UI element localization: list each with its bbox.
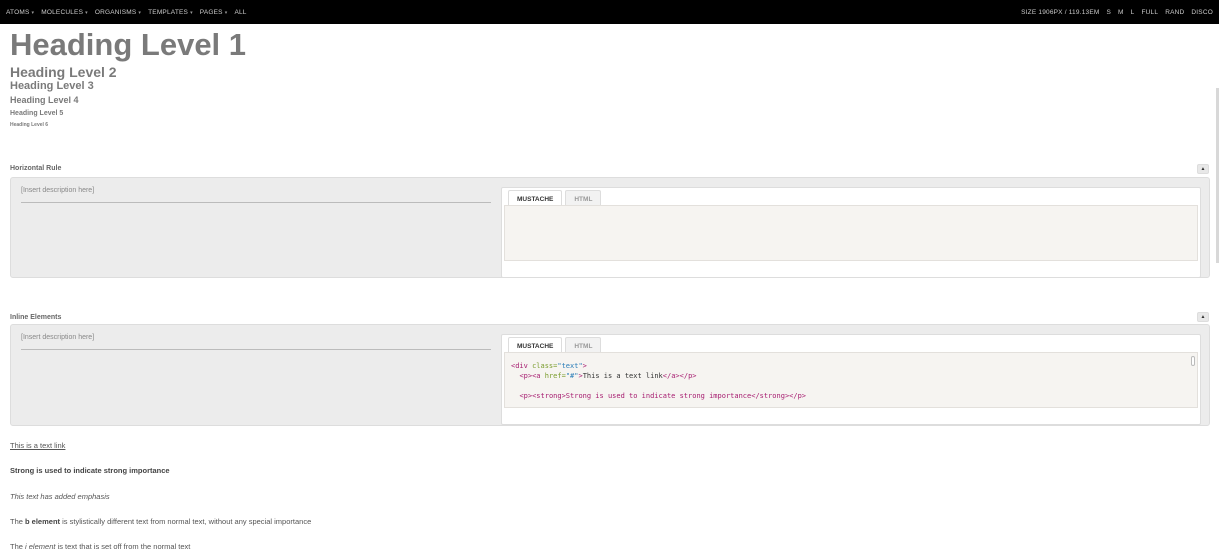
chevron-down-icon: ▾ — [85, 9, 88, 16]
section-title-horizontal-rule: Horizontal Rule — [10, 165, 62, 172]
nav-menu: ATOMS ▾ MOLECULES ▾ ORGANISMS ▾ TEMPLATES ▾ … — [6, 9, 247, 16]
sample-strong: Strong is used to indicate strong import… — [10, 466, 170, 475]
chevron-down-icon: ▾ — [224, 9, 228, 16]
code-line: <p><a href="#">This is a text link</a></… — [519, 372, 697, 380]
pattern-info-panel: [Insert description here] MUSTACHE HTML … — [10, 324, 1210, 426]
sample-text-link: This is a text link — [10, 441, 65, 450]
pattern-info-panel: [Insert description here] MUSTACHE HTML — [10, 177, 1210, 278]
code-block[interactable] — [504, 205, 1198, 261]
code-line: <div class="text"> — [511, 362, 587, 370]
code-viewer: MUSTACHE HTML — [501, 187, 1201, 278]
sample-emphasis: This text has added emphasis — [10, 492, 110, 501]
nav-item-pages[interactable]: PAGES ▾ — [200, 9, 228, 16]
nav-item-templates[interactable]: TEMPLATES ▾ — [148, 9, 193, 16]
heading-level-4: Heading Level 4 — [10, 95, 79, 105]
code-block[interactable]: <div class="text"> <p><a href="#">This i… — [504, 352, 1198, 408]
heading-level-6: Heading Level 6 — [10, 122, 49, 128]
sample-b-element: The b element is stylistically different… — [10, 517, 312, 526]
section-title-inline-elements: Inline Elements — [10, 314, 62, 321]
size-readout: SIZE 1906PX / 119.13EM — [1021, 8, 1100, 16]
nav-item-all[interactable]: ALL — [234, 9, 246, 16]
collapse-toggle-icon[interactable]: ▲ — [1197, 312, 1209, 322]
nav-item-organisms[interactable]: ORGANISMS ▾ — [95, 9, 141, 16]
chevron-down-icon: ▾ — [31, 9, 35, 16]
code-viewer: MUSTACHE HTML <div class="text"> <p><a h… — [501, 334, 1201, 425]
pattern-description: [Insert description here] — [21, 187, 491, 203]
code-line: <p><strong>Strong is used to indicate st… — [519, 392, 807, 400]
heading-level-3: Heading Level 3 — [10, 80, 94, 92]
size-random-button[interactable]: RAND — [1165, 9, 1184, 16]
chevron-down-icon: ▾ — [190, 9, 193, 16]
viewport-controls: SIZE 1906PX / 119.13EM S M L FULL RAND D… — [1021, 9, 1213, 16]
nav-item-molecules[interactable]: MOLECULES ▾ — [41, 9, 88, 16]
size-disco-button[interactable]: DISCO — [1191, 9, 1213, 16]
text-link[interactable]: This is a text link — [10, 441, 65, 450]
top-nav: ATOMS ▾ MOLECULES ▾ ORGANISMS ▾ TEMPLATES ▾ … — [0, 0, 1219, 24]
sample-i-element: The i element is text that is set off fr… — [10, 542, 191, 551]
scrollbar[interactable] — [1191, 356, 1195, 366]
heading-level-2: Heading Level 2 — [10, 64, 117, 80]
size-full-button[interactable]: FULL — [1141, 9, 1158, 16]
pattern-description: [Insert description here] — [21, 334, 491, 350]
heading-level-1: Heading Level 1 — [10, 27, 247, 62]
size-l-button[interactable]: L — [1131, 9, 1135, 16]
collapse-toggle-icon[interactable]: ▲ — [1197, 164, 1209, 174]
nav-item-atoms[interactable]: ATOMS ▾ — [6, 9, 34, 16]
size-s-button[interactable]: S — [1106, 9, 1111, 16]
heading-level-5: Heading Level 5 — [10, 110, 64, 117]
chevron-down-icon: ▾ — [138, 9, 142, 16]
size-m-button[interactable]: M — [1118, 9, 1124, 16]
